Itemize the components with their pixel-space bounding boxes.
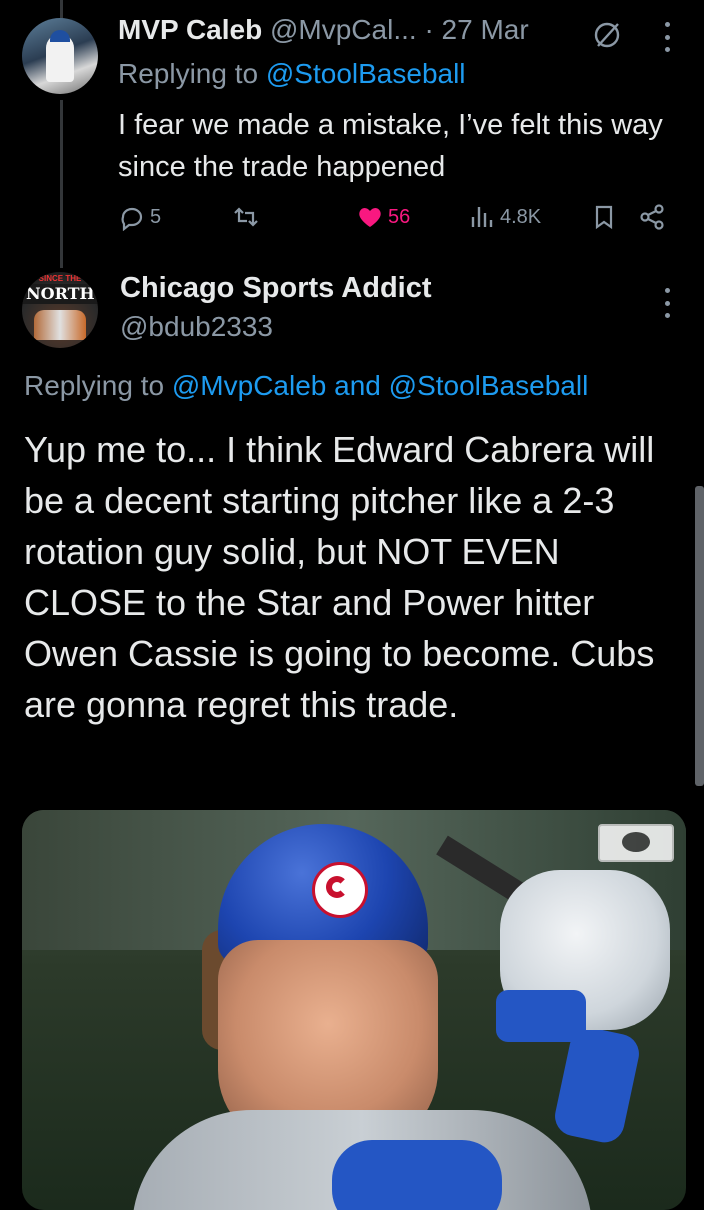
retweet-icon [234, 207, 258, 227]
mention-link[interactable]: @StoolBaseball [266, 58, 466, 89]
handle[interactable]: @bdub2333 [120, 311, 273, 343]
replying-and[interactable]: and [334, 370, 381, 401]
avatar[interactable]: SINCE THE NORTH [22, 272, 98, 348]
reply-tweet[interactable]: MVP Caleb @MvpCal... · 27 Mar Replying t… [0, 0, 704, 260]
tweet-text: I fear we made a mistake, I’ve felt this… [118, 109, 663, 183]
like-button[interactable]: 56 [356, 200, 410, 234]
mention-link[interactable]: @MvpCaleb [172, 370, 326, 401]
replying-prefix: Replying to [118, 58, 259, 89]
cubs-logo-icon [312, 862, 368, 918]
bookmark-button[interactable] [590, 200, 618, 234]
replying-to: Replying to @StoolBaseball [118, 58, 466, 90]
reply-icon [121, 207, 143, 231]
media-wristband [496, 990, 586, 1042]
heart-icon [359, 208, 381, 227]
views-button[interactable]: 4.8K [468, 200, 541, 234]
tweet-date[interactable]: 27 Mar [442, 14, 529, 45]
reply-count: 5 [150, 205, 162, 228]
display-name[interactable]: MVP Caleb [118, 14, 262, 45]
scrollbar[interactable] [695, 486, 704, 786]
mlb-logo-icon [598, 824, 674, 862]
tweet-actions: 5 56 4.8K [118, 200, 678, 234]
avatar[interactable] [22, 18, 98, 94]
tweet-header: MVP Caleb @MvpCal... · 27 Mar [118, 14, 529, 46]
handle[interactable]: @MvpCal... [270, 14, 417, 45]
mention-link[interactable]: @StoolBaseball [389, 370, 589, 401]
tweet-text: Yup me to... I think Edward Cabrera will… [24, 429, 655, 725]
share-button[interactable] [638, 200, 666, 234]
avatar-players [34, 310, 86, 340]
reply-button[interactable]: 5 [118, 200, 161, 234]
more-icon[interactable] [663, 288, 671, 318]
grok-icon[interactable] [592, 20, 622, 50]
bookmark-icon [595, 205, 613, 230]
display-name[interactable]: Chicago Sports Addict [120, 272, 432, 305]
like-count: 56 [388, 205, 411, 228]
replying-to: Replying to @MvpCaleb and @StoolBaseball [24, 370, 588, 402]
replying-prefix: Replying to [24, 370, 165, 401]
retweet-button[interactable] [232, 200, 260, 234]
more-icon[interactable] [663, 22, 671, 52]
avatar-logo-text: NORTH [26, 284, 95, 303]
separator: · [424, 14, 434, 45]
views-icon [471, 207, 493, 227]
tweet-media[interactable] [22, 810, 686, 1210]
share-icon [640, 204, 664, 230]
views-count: 4.8K [500, 205, 542, 228]
avatar-subtext: SINCE THE [38, 274, 82, 283]
avatar-cap [50, 30, 70, 42]
media-player-arm [551, 1023, 643, 1147]
